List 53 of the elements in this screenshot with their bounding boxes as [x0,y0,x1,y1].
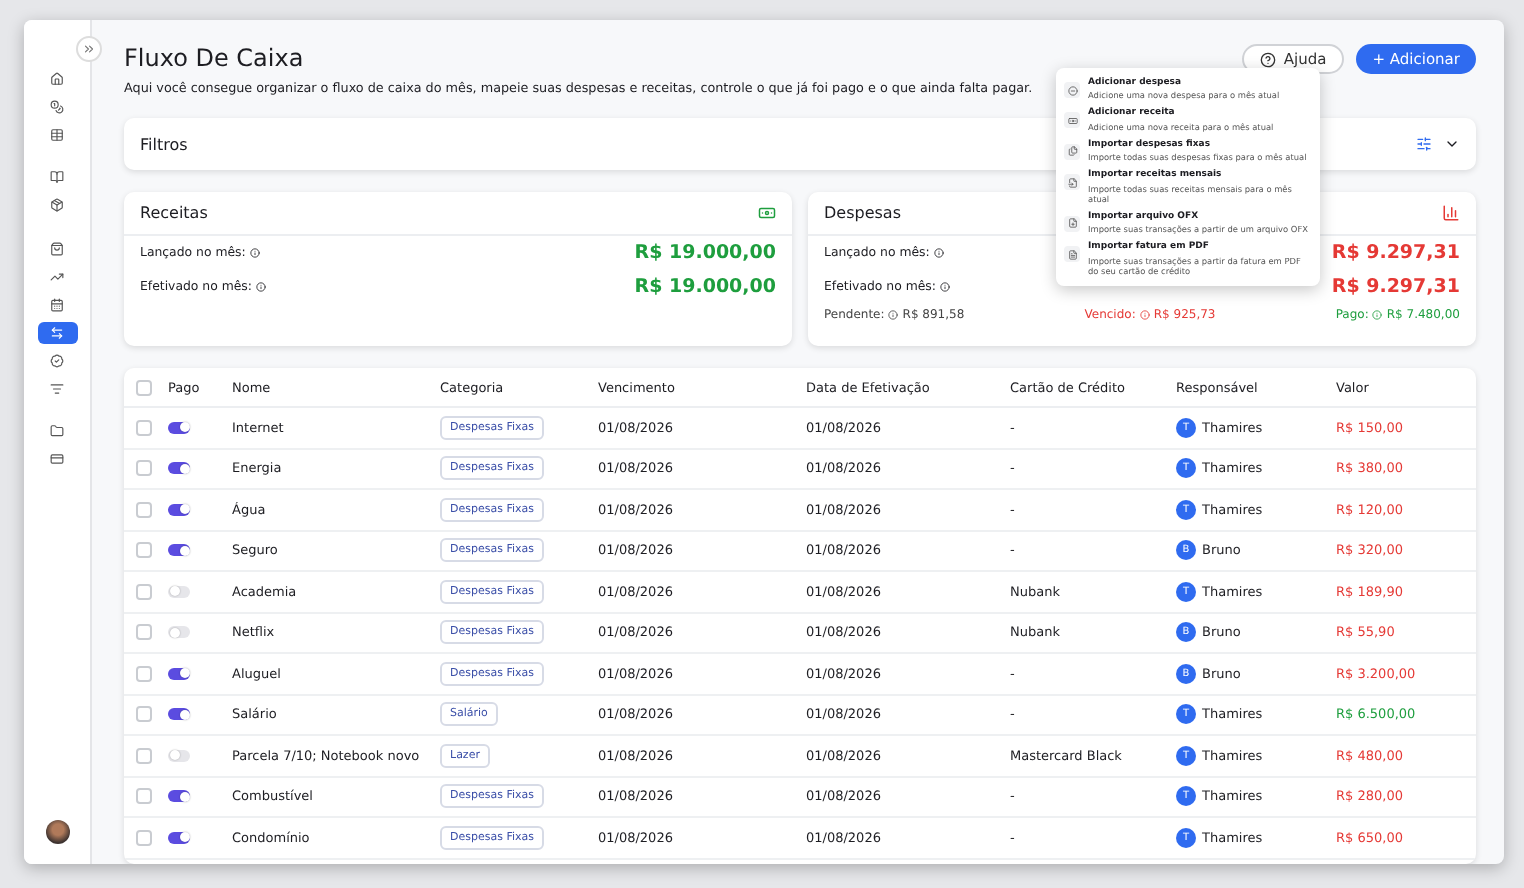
info-icon [1139,310,1150,320]
row-checkbox[interactable] [136,829,152,846]
row-checkbox[interactable] [136,747,152,764]
paid-toggle[interactable] [168,421,190,434]
summary-value: R$ 19.000,00 [634,276,776,298]
info-icon [249,248,260,258]
info-icon [940,282,950,292]
select-all-checkbox[interactable] [136,379,152,395]
card-title: Receitas [140,204,208,222]
row-checkbox[interactable] [136,706,152,723]
paid-toggle[interactable] [168,626,190,639]
document-icon [1064,246,1080,263]
sliders-icon [1416,136,1432,152]
help-icon [1259,51,1276,67]
info-icon [1372,310,1383,320]
chevron-down-icon [1444,136,1460,152]
paid-toggle[interactable] [168,790,190,803]
paid-toggle[interactable] [168,708,190,721]
minus-icon [1064,82,1080,98]
row-checkbox[interactable] [136,460,152,477]
file-icon [1064,174,1080,191]
row-checkbox[interactable] [136,665,152,682]
info-icon [888,310,899,320]
summary-value: R$ 19.000,00 [634,242,776,264]
row-checkbox[interactable] [136,583,152,600]
card-title: Despesas [824,204,901,222]
avatar [45,820,69,844]
banknote-icon [758,204,776,222]
row-checkbox[interactable] [136,501,152,518]
row-checkbox[interactable] [136,788,152,805]
transfer-icon[interactable] [37,321,77,343]
summary-value: R$ 9.297,31 [1331,276,1460,298]
row-checkbox[interactable] [136,624,152,641]
file-plus-icon [1064,215,1080,232]
paid-toggle[interactable] [168,544,190,557]
paid-toggle[interactable] [168,749,190,762]
paid-toggle[interactable] [168,462,190,475]
summary-value: R$ 9.297,31 [1331,242,1460,264]
info-icon [933,248,944,258]
bar-chart-icon [1442,204,1460,222]
row-checkbox[interactable] [136,419,152,436]
row-checkbox[interactable] [136,542,152,559]
info-icon [256,282,266,292]
paid-toggle[interactable] [168,585,190,598]
paid-toggle[interactable] [168,831,190,844]
collapse-button[interactable] [76,36,102,62]
page-title: Fluxo De Caixa [124,44,306,72]
banknote-icon [1064,112,1080,129]
files-icon [1064,143,1080,160]
filters-title: Filtros [140,135,188,153]
paid-toggle[interactable] [168,503,190,516]
paid-toggle[interactable] [168,667,190,680]
chevrons-right-icon [82,42,96,56]
